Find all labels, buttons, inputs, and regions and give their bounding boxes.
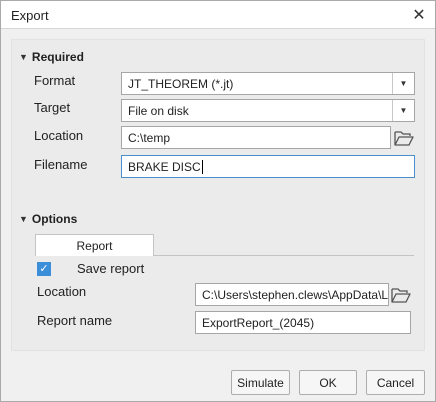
target-label: Target [34,100,71,115]
close-button[interactable]: ✕ [409,5,429,25]
checkmark-icon: ✓ [39,262,49,275]
options-section-header[interactable]: ▼ Options [19,212,77,226]
report-name-input[interactable]: ExportReport_(2045) [195,311,411,334]
location-input[interactable]: C:\temp [121,126,391,149]
chevron-down-icon[interactable]: ▼ [392,73,414,94]
simulate-button[interactable]: Simulate [231,370,290,395]
options-section-title: Options [31,212,78,226]
format-label: Format [34,73,76,88]
format-value: JT_THEOREM (*.jt) [128,76,234,91]
tab-report-label: Report [76,238,113,253]
dialog-title: Export [11,8,49,23]
title-bar: Export ✕ [1,1,435,29]
filename-input[interactable]: BRAKE DISC [121,155,415,178]
collapse-triangle-icon: ▼ [19,52,28,62]
required-section-header[interactable]: ▼ Required [19,50,84,64]
close-icon: ✕ [412,7,426,24]
report-location-input[interactable]: C:\Users\stephen.clews\AppData\L [195,283,389,306]
cancel-button[interactable]: Cancel [366,370,425,395]
report-name-label: Report name [37,313,113,328]
filename-value: BRAKE DISC [128,159,201,174]
filename-label: Filename [34,157,88,172]
format-dropdown[interactable]: JT_THEOREM (*.jt) ▼ [121,72,415,95]
tab-strip-divider [154,255,414,256]
save-report-checkbox[interactable]: ✓ [37,262,51,276]
chevron-down-icon[interactable]: ▼ [392,100,414,121]
folder-open-icon[interactable] [391,286,411,304]
location-label: Location [34,128,84,143]
text-caret [201,159,203,174]
report-location-label: Location [37,284,87,299]
save-report-label: Save report [77,261,145,276]
required-section-title: Required [31,50,84,64]
collapse-triangle-icon: ▼ [19,214,28,224]
tab-report[interactable]: Report [35,234,154,256]
ok-button[interactable]: OK [299,370,357,395]
export-dialog: Export ✕ ▼ Required Format JT_THEOREM (*… [0,0,436,402]
target-dropdown[interactable]: File on disk ▼ [121,99,415,122]
folder-open-icon[interactable] [394,129,414,147]
target-value: File on disk [128,103,189,118]
